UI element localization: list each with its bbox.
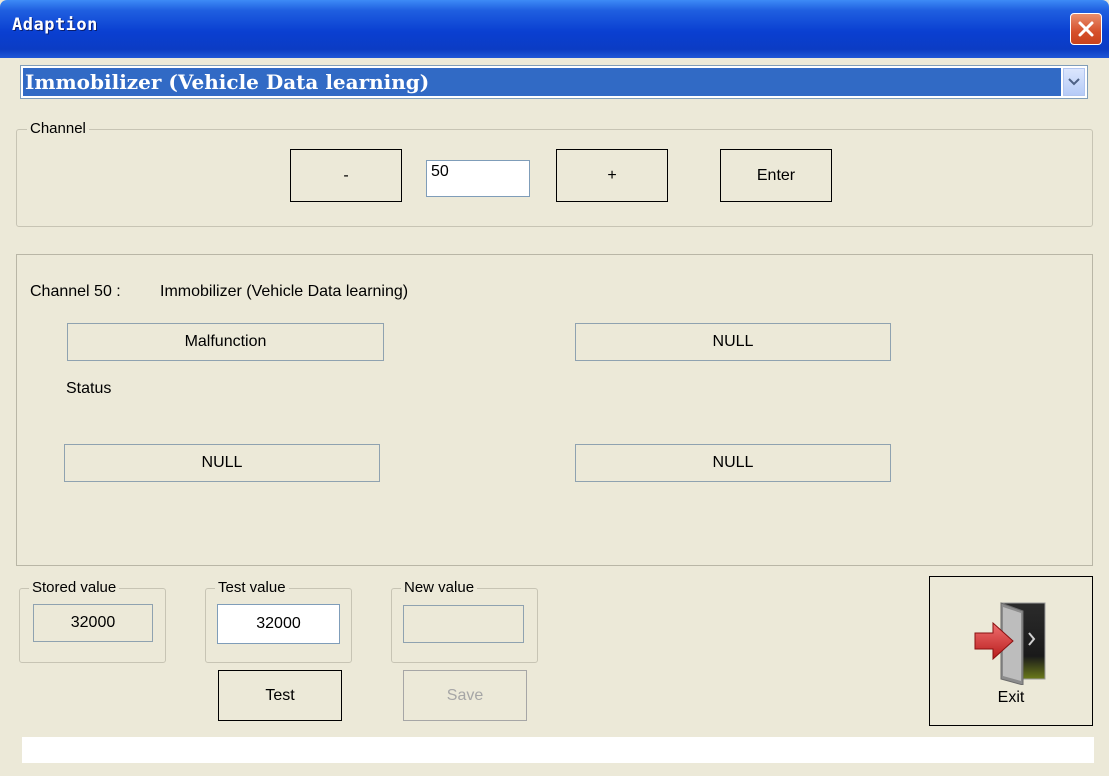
status-label: Status: [66, 380, 112, 397]
new-value: [403, 605, 524, 643]
channel-decrement-button[interactable]: -: [290, 149, 402, 202]
title-bar[interactable]: Adaption: [0, 0, 1109, 58]
measure-value-4: NULL: [575, 444, 891, 482]
channel-group-label: Channel: [27, 121, 89, 137]
exit-door-icon: [974, 602, 1046, 685]
chevron-down-icon: [1068, 78, 1080, 86]
window-title: Adaption: [12, 15, 98, 35]
close-icon: [1078, 21, 1094, 37]
function-select-value: Immobilizer (Vehicle Data learning): [22, 67, 1062, 97]
measure-value-1: Malfunction: [67, 323, 384, 361]
channel-number-label: Channel 50 :: [30, 283, 121, 300]
channel-group: Channel: [16, 121, 1093, 227]
enter-button[interactable]: Enter: [720, 149, 832, 202]
stored-value: 32000: [33, 604, 153, 642]
measure-value-2: NULL: [575, 323, 891, 361]
adaption-window: Adaption Immobilizer (Vehicle Data learn…: [0, 0, 1109, 776]
channel-input[interactable]: 50: [426, 160, 530, 197]
status-bar: [22, 737, 1094, 763]
channel-increment-button[interactable]: +: [556, 149, 668, 202]
save-button[interactable]: Save: [403, 670, 527, 721]
exit-button[interactable]: Exit: [929, 576, 1093, 726]
dropdown-button[interactable]: [1063, 68, 1085, 96]
test-value-label: Test value: [215, 580, 289, 596]
channel-name-label: Immobilizer (Vehicle Data learning): [160, 283, 409, 300]
exit-label: Exit: [997, 689, 1025, 706]
new-value-label: New value: [401, 580, 478, 596]
stored-value-label: Stored value: [29, 580, 120, 596]
test-button[interactable]: Test: [218, 670, 342, 721]
test-value-input[interactable]: 32000: [217, 604, 340, 644]
close-button[interactable]: [1070, 13, 1102, 45]
measure-value-3: NULL: [64, 444, 380, 482]
function-select[interactable]: Immobilizer (Vehicle Data learning): [20, 65, 1088, 99]
